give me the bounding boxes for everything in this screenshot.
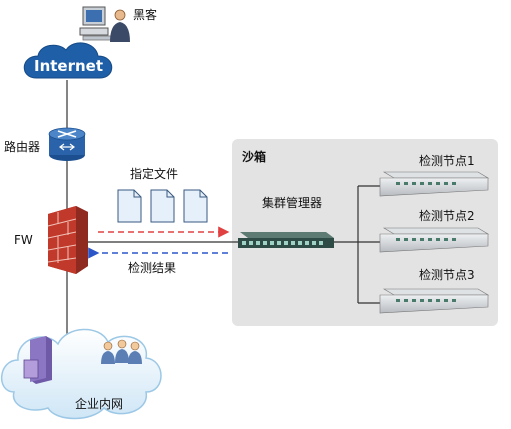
specified-files-label: 指定文件 [130, 167, 179, 181]
router-label: 路由器 [4, 140, 41, 154]
node1-label: 检测节点1 [419, 154, 475, 168]
document-icon [150, 189, 175, 223]
router-icon [48, 127, 86, 161]
internet-label: Internet [34, 57, 104, 75]
intranet-label: 企业内网 [75, 397, 124, 411]
node3-label: 检测节点3 [419, 268, 475, 282]
detection-results-label: 检测结果 [128, 261, 177, 275]
node2-label: 检测节点2 [419, 209, 475, 223]
firewall-icon [47, 206, 88, 274]
document-icon [117, 189, 142, 223]
users-icon [101, 339, 142, 364]
document-icon [183, 189, 208, 223]
sandbox-label: 沙箱 [242, 150, 267, 164]
switch-icon [238, 232, 334, 248]
network-diagram: 黑客 Internet 路由器 FW 沙箱 集群管理器 指定文件 检测结果 检测… [0, 0, 511, 429]
computer-icon [79, 6, 114, 41]
hacker-label: 黑客 [133, 8, 158, 22]
cluster-manager-label: 集群管理器 [262, 196, 323, 210]
firewall-label: FW [14, 233, 33, 247]
person-icon [110, 9, 130, 42]
